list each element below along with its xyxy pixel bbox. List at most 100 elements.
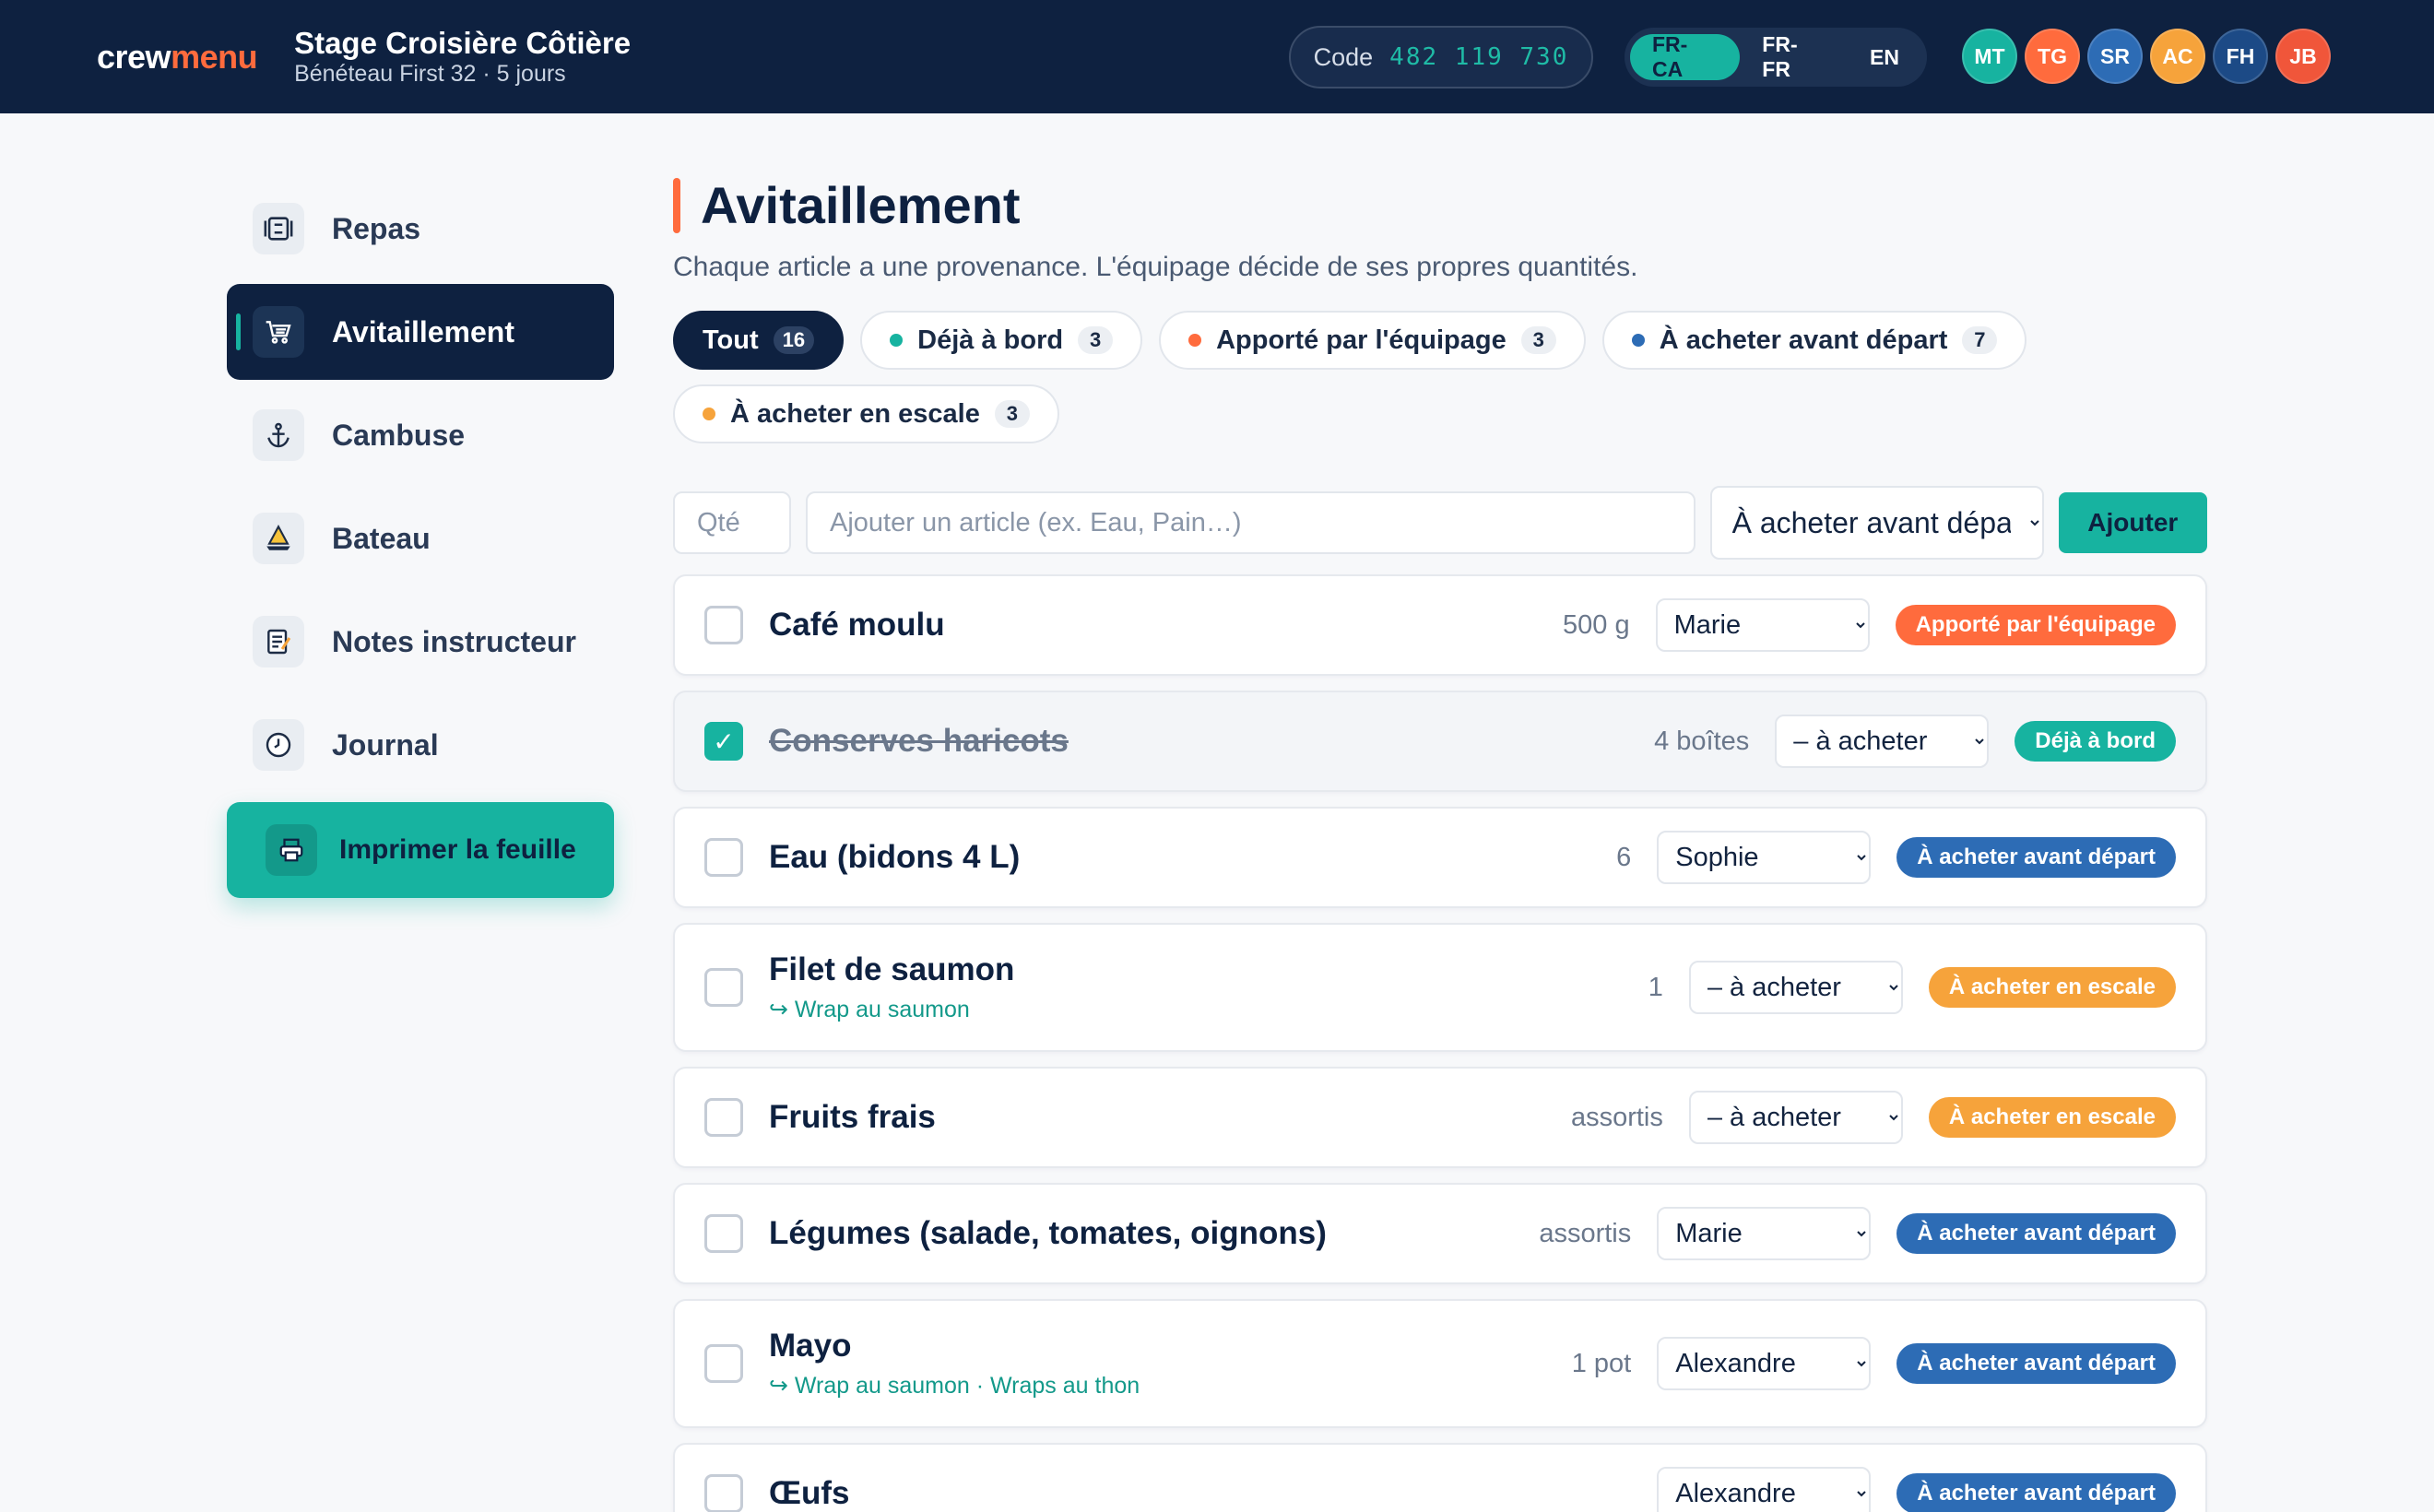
filter-chip-count: 3 [994, 400, 1030, 428]
item-quantity: 1 [1648, 972, 1663, 1002]
item-recipe-links[interactable]: ↪ Wrap au saumon [769, 996, 1648, 1023]
avatar[interactable]: TG [2025, 29, 2080, 84]
filter-chip-on-board[interactable]: Déjà à bord 3 [860, 311, 1143, 370]
assignee-select[interactable]: Sophie [1657, 831, 1872, 884]
lang-fr-fr[interactable]: FR-FR [1740, 32, 1848, 81]
app-logo[interactable]: crewmenu [97, 37, 258, 77]
item-body: Fruits frais [769, 1099, 1571, 1136]
status-dot [703, 408, 715, 420]
list-item: Œufs Alexandre À acheter avant départ [673, 1443, 2207, 1512]
avatar[interactable]: JB [2275, 29, 2331, 84]
item-checkbox[interactable] [704, 838, 743, 877]
status-badge: Apporté par l'équipage [1895, 605, 2176, 645]
trip-code[interactable]: Code 482 119 730 [1289, 26, 1593, 89]
item-quantity: 4 boîtes [1654, 726, 1750, 756]
item-quantity: assortis [1570, 1102, 1663, 1132]
filter-chip-label: Tout [703, 325, 759, 355]
item-name: Légumes (salade, tomates, oignons) [769, 1215, 1327, 1251]
cart-icon [253, 306, 304, 358]
add-item-button[interactable]: Ajouter [2058, 492, 2207, 553]
status-badge: À acheter avant départ [1896, 1343, 2176, 1384]
notes-icon [253, 616, 304, 667]
item-name: Fruits frais [769, 1099, 936, 1135]
sidebar-item-avitaillement[interactable]: Avitaillement [227, 284, 614, 380]
item-name-input[interactable] [806, 491, 1696, 554]
sidebar: Repas Avitaillement Cambuse Bateau Notes… [227, 181, 614, 898]
sidebar-item-label: Avitaillement [332, 314, 514, 348]
trip-subtitle: Bénéteau First 32 · 5 jours [294, 60, 566, 87]
status-badge: À acheter en escale [1928, 1097, 2176, 1138]
item-name: Café moulu [769, 607, 945, 643]
filter-chips: Tout 16 Déjà à bord 3 Apporté par l'équi… [673, 311, 2056, 443]
filter-chip-count: 16 [773, 326, 815, 354]
item-quantity: 500 g [1563, 609, 1630, 640]
filter-chip-count: 7 [1962, 326, 1998, 354]
list-item: Mayo ↪ Wrap au saumon · Wraps au thon 1 … [673, 1299, 2207, 1428]
avatar[interactable]: AC [2150, 29, 2205, 84]
assignee-select[interactable]: Alexandre [1657, 1467, 1872, 1512]
item-quantity: 1 pot [1571, 1348, 1632, 1378]
printer-icon [266, 824, 317, 876]
filter-chip-all[interactable]: Tout 16 [673, 311, 845, 370]
filter-chip-buy-stopover[interactable]: À acheter en escale 3 [673, 384, 1059, 443]
item-body: Œufs [769, 1475, 1631, 1512]
status-dot [890, 334, 904, 347]
filter-chip-label: À acheter avant départ [1659, 325, 1948, 355]
trip-info: Stage Croisière Côtière Bénéteau First 3… [294, 26, 631, 88]
assignee-select[interactable]: – à acheter [1775, 715, 1990, 768]
item-name: Conserves haricots [769, 723, 1069, 759]
item-body: Mayo ↪ Wrap au saumon · Wraps au thon [769, 1328, 1572, 1400]
sidebar-item-repas[interactable]: Repas [227, 181, 614, 277]
status-badge: À acheter en escale [1928, 967, 2176, 1008]
item-name: Œufs [769, 1475, 850, 1511]
item-body: Filet de saumon ↪ Wrap au saumon [769, 951, 1648, 1023]
source-select[interactable]: À acheter avant départ [1709, 486, 2044, 560]
list-item: Filet de saumon ↪ Wrap au saumon 1 – à a… [673, 923, 2207, 1052]
assignee-select[interactable]: Marie [1657, 1207, 1872, 1260]
item-body: Café moulu [769, 607, 1563, 644]
assignee-select[interactable]: – à acheter [1688, 1091, 1903, 1144]
logo-text-crew: crew [97, 37, 171, 76]
sidebar-item-notes[interactable]: Notes instructeur [227, 594, 614, 690]
sidebar-item-bateau[interactable]: Bateau [227, 490, 614, 586]
item-checkbox[interactable]: ✓ [704, 722, 743, 761]
filter-chip-count: 3 [1520, 326, 1556, 354]
sidebar-item-label: Bateau [332, 521, 431, 555]
filter-chip-label: À acheter en escale [730, 398, 980, 429]
item-name: Filet de saumon [769, 951, 1015, 987]
sidebar-item-journal[interactable]: Journal [227, 697, 614, 793]
filter-chip-buy-before[interactable]: À acheter avant départ 7 [1601, 311, 2027, 370]
avatar[interactable]: FH [2213, 29, 2268, 84]
top-bar: crewmenu Stage Croisière Côtière Bénétea… [0, 0, 2434, 113]
item-checkbox[interactable] [704, 1098, 743, 1137]
sidebar-item-cambuse[interactable]: Cambuse [227, 387, 614, 483]
item-checkbox[interactable] [704, 606, 743, 644]
title-accent-bar [673, 177, 680, 233]
item-recipe-links[interactable]: ↪ Wrap au saumon · Wraps au thon [769, 1372, 1572, 1400]
print-sheet-button[interactable]: Imprimer la feuille [227, 802, 614, 898]
status-dot [1631, 334, 1645, 347]
filter-chip-crew-brought[interactable]: Apporté par l'équipage 3 [1159, 311, 1586, 370]
quantity-input[interactable] [673, 491, 791, 554]
assignee-select[interactable]: – à acheter [1688, 961, 1903, 1014]
language-switcher: FR-CA FR-FR EN [1625, 28, 1927, 87]
item-checkbox[interactable] [704, 1214, 743, 1253]
item-checkbox[interactable] [704, 1474, 743, 1512]
status-badge: À acheter avant départ [1896, 837, 2176, 878]
lang-fr-ca[interactable]: FR-CA [1630, 32, 1741, 81]
sidebar-item-label: Repas [332, 211, 421, 245]
assignee-select[interactable]: Marie [1655, 598, 1870, 652]
lang-en[interactable]: EN [1848, 34, 1921, 80]
filter-chip-count: 3 [1078, 326, 1114, 354]
item-checkbox[interactable] [704, 1344, 743, 1383]
item-body: Légumes (salade, tomates, oignons) [769, 1215, 1539, 1252]
assignee-select[interactable]: Alexandre [1657, 1337, 1872, 1390]
avatar[interactable]: MT [1962, 29, 2017, 84]
item-checkbox[interactable] [704, 968, 743, 1007]
item-name: Mayo [769, 1328, 852, 1364]
item-body: Eau (bidons 4 L) [769, 839, 1616, 876]
list-item: Café moulu 500 g Marie Apporté par l'équ… [673, 574, 2207, 676]
avatar[interactable]: SR [2087, 29, 2143, 84]
main-content: Avitaillement Chaque article a une prove… [673, 175, 2207, 1512]
provisioning-list: Café moulu 500 g Marie Apporté par l'équ… [673, 574, 2207, 1512]
